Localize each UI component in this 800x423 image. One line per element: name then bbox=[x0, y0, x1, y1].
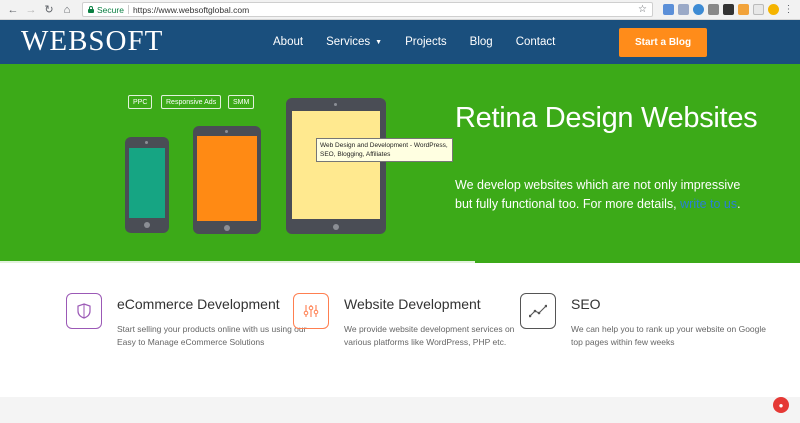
home-icon[interactable]: ⌂ bbox=[60, 3, 74, 17]
hero-banner: PPC Responsive Ads SMM Retina Design Web… bbox=[0, 64, 800, 263]
site-logo[interactable]: WEBSOFT bbox=[21, 26, 163, 56]
hero-progress-line bbox=[0, 261, 475, 263]
nav-projects[interactable]: Projects bbox=[405, 36, 447, 48]
nav-blog[interactable]: Blog bbox=[470, 36, 493, 48]
write-to-us-link[interactable]: write to us bbox=[680, 197, 737, 211]
extension-icon[interactable] bbox=[708, 4, 719, 15]
browser-toolbar: ← → ↻ ⌂ Secure https://www.websoftglobal… bbox=[0, 0, 800, 20]
phone-illustration bbox=[125, 137, 169, 233]
menu-dots-icon[interactable]: ⋮ bbox=[783, 4, 794, 15]
url-text[interactable]: https://www.websoftglobal.com bbox=[133, 5, 249, 15]
large-tablet-illustration bbox=[286, 98, 386, 234]
service-description: We provide website development services … bbox=[344, 324, 515, 347]
chart-line-icon bbox=[520, 293, 556, 329]
sliders-icon bbox=[293, 293, 329, 329]
service-title: Website Development bbox=[344, 296, 481, 312]
extension-icon[interactable] bbox=[738, 4, 749, 15]
site-header: WEBSOFT About Services ▼ Projects Blog Co… bbox=[0, 20, 800, 64]
shield-icon bbox=[66, 293, 102, 329]
nav-services[interactable]: Services ▼ bbox=[326, 36, 382, 48]
service-description: We can help you to rank up your website … bbox=[571, 324, 766, 347]
extension-icon[interactable] bbox=[678, 4, 689, 15]
hero-title: Retina Design Websites bbox=[455, 102, 758, 134]
extensions-area: ⋮ bbox=[659, 4, 794, 15]
extension-icon[interactable] bbox=[693, 4, 704, 15]
hero-description: We develop websites which are not only i… bbox=[455, 178, 741, 211]
reload-icon[interactable]: ↻ bbox=[42, 3, 56, 17]
service-title: SEO bbox=[571, 296, 601, 312]
extension-icon[interactable] bbox=[768, 4, 779, 15]
nav-about[interactable]: About bbox=[273, 36, 303, 48]
secure-label: Secure bbox=[97, 4, 124, 15]
forward-icon[interactable]: → bbox=[24, 3, 38, 17]
chevron-down-icon: ▼ bbox=[375, 38, 383, 46]
tag-responsive-ads: Responsive Ads bbox=[161, 95, 222, 109]
service-title: eCommerce Development bbox=[117, 296, 280, 312]
main-nav: About Services ▼ Projects Blog Contact bbox=[273, 20, 578, 64]
notification-bell-icon[interactable]: ● bbox=[773, 397, 789, 413]
tag-smm: SMM bbox=[228, 95, 255, 109]
tooltip: Web Design and Development - WordPress, … bbox=[316, 138, 453, 162]
service-description: Start selling your products online with … bbox=[117, 324, 307, 347]
next-section-edge bbox=[0, 397, 800, 423]
bookmark-star-icon[interactable]: ☆ bbox=[638, 4, 647, 15]
extension-icon[interactable] bbox=[663, 4, 674, 15]
extension-icon[interactable] bbox=[723, 4, 734, 15]
lock-icon bbox=[88, 6, 94, 13]
address-bar[interactable]: Secure https://www.websoftglobal.com ☆ bbox=[82, 2, 653, 17]
back-icon[interactable]: ← bbox=[6, 3, 20, 17]
extension-icon[interactable] bbox=[753, 4, 764, 15]
start-blog-button[interactable]: Start a Blog bbox=[619, 28, 707, 57]
tablet-illustration bbox=[193, 126, 261, 234]
tag-ppc: PPC bbox=[128, 95, 153, 109]
nav-contact[interactable]: Contact bbox=[516, 36, 556, 48]
